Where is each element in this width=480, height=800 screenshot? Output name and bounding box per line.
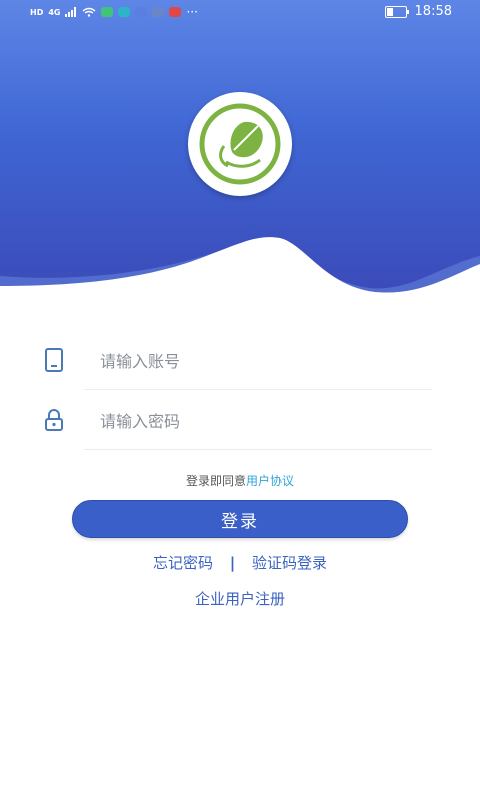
password-field (40, 390, 432, 450)
hd-badge: HD (30, 7, 44, 17)
wifi-icon (83, 7, 96, 17)
phone-icon (45, 348, 63, 372)
lock-icon (45, 409, 63, 431)
enterprise-register-link[interactable]: 企业用户注册 (0, 588, 480, 609)
account-field (40, 330, 432, 390)
agreement-text: 登录即同意用户协议 (0, 472, 480, 489)
app-notification-icon (135, 7, 148, 17)
agreement-prefix: 登录即同意 (185, 474, 246, 488)
app-logo (188, 92, 292, 196)
app-notification-icon (152, 7, 165, 17)
login-button[interactable]: 登录 (72, 500, 408, 538)
user-agreement-link[interactable]: 用户协议 (246, 474, 294, 488)
status-bar: HD 4G ··· 18:58 (0, 0, 480, 26)
link-separator: | (229, 554, 236, 572)
password-divider (84, 449, 432, 450)
battery-level (386, 7, 393, 16)
leaf-logo-icon (199, 103, 281, 185)
signal-icon (65, 7, 77, 17)
network-indicator: 4G (48, 7, 61, 17)
header-wave (0, 237, 480, 306)
more-notifications-indicator: ··· (186, 5, 198, 19)
forgot-password-link[interactable]: 忘记密码 (153, 554, 213, 572)
battery-icon (384, 5, 409, 18)
status-time: 18:58 (414, 4, 452, 19)
app-notification-icon (169, 7, 182, 17)
app-notification-icon (101, 7, 114, 17)
app-notification-icon (118, 7, 131, 17)
password-input[interactable] (98, 404, 402, 438)
sms-login-link[interactable]: 验证码登录 (252, 554, 327, 572)
auxiliary-links: 忘记密码 | 验证码登录 (0, 552, 480, 573)
account-input[interactable] (98, 344, 402, 378)
